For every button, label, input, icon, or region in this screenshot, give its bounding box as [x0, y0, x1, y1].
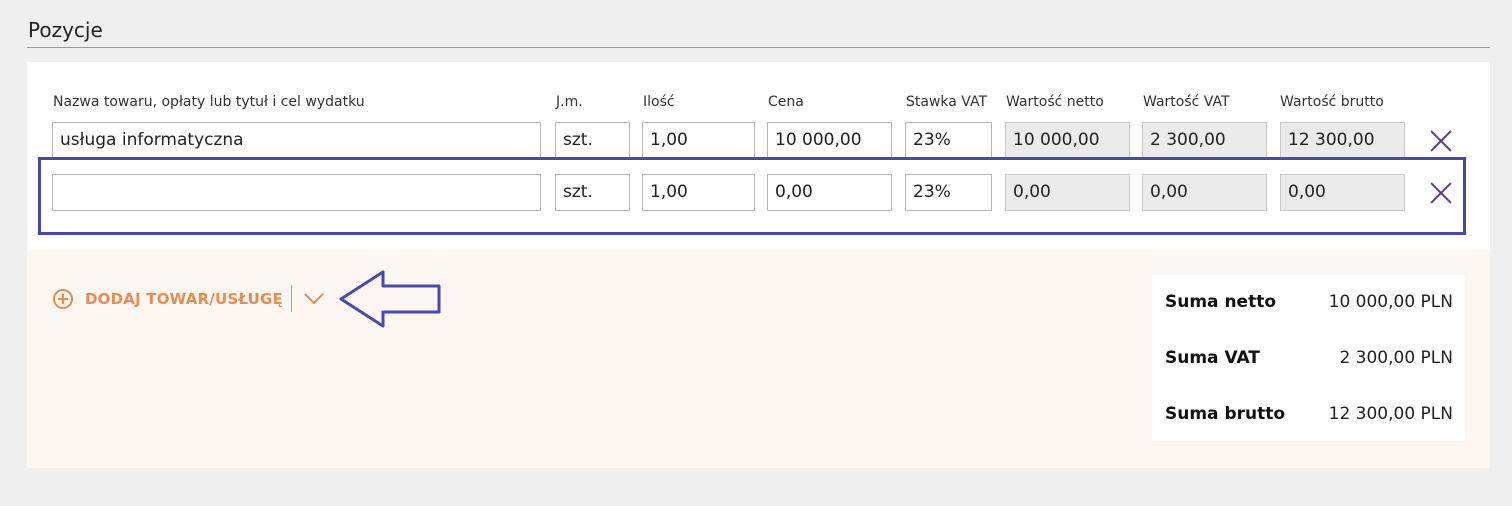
item-price-input[interactable]: 10 000,00 [767, 122, 892, 158]
summary-net-row: Suma netto 10 000,00 PLN [1165, 292, 1453, 314]
section-divider [27, 47, 1490, 48]
summary-gross-label: Suma brutto [1165, 404, 1286, 424]
summary-gross-row: Suma brutto 12 300,00 PLN [1165, 404, 1453, 426]
summary-net-value: 10 000,00 PLN [1328, 292, 1453, 312]
item-unit-input[interactable]: szt. [555, 122, 630, 158]
col-header-qty: Ilość [643, 94, 675, 110]
add-item-button[interactable]: DODAJ TOWAR/USŁUGĘ [53, 286, 283, 312]
summary-gross-value: 12 300,00 PLN [1328, 404, 1453, 424]
col-header-vat: Wartość VAT [1143, 94, 1230, 110]
summary-vat-row: Suma VAT 2 300,00 PLN [1165, 348, 1453, 370]
add-button-divider [291, 285, 292, 312]
summary-vat-label: Suma VAT [1165, 348, 1260, 368]
col-header-gross: Wartość brutto [1280, 94, 1384, 110]
close-icon[interactable] [1429, 129, 1453, 153]
item-qty-input[interactable]: 1,00 [642, 122, 755, 158]
col-header-net: Wartość netto [1006, 94, 1104, 110]
col-header-name: Nazwa towaru, opłaty lub tytuł i cel wyd… [53, 94, 365, 110]
summary-vat-value: 2 300,00 PLN [1339, 348, 1453, 368]
col-header-vat-rate: Stawka VAT [906, 94, 988, 110]
item-gross-value: 12 300,00 [1280, 122, 1405, 158]
item-net-value: 10 000,00 [1005, 122, 1130, 158]
item-vat-value: 2 300,00 [1142, 122, 1267, 158]
chevron-down-icon[interactable] [303, 290, 325, 306]
plus-circle-icon [53, 289, 73, 309]
col-header-price: Cena [768, 94, 804, 110]
item-vat-rate-select[interactable]: 23% [905, 122, 992, 158]
add-item-label: DODAJ TOWAR/USŁUGĘ [85, 290, 283, 308]
col-header-unit: J.m. [556, 94, 583, 110]
item-name-input[interactable]: usługa informatyczna [52, 122, 541, 158]
summary-net-label: Suma netto [1165, 292, 1277, 312]
arrow-left-icon [339, 270, 441, 328]
section-title: Pozycje [28, 18, 103, 42]
highlight-annotation [38, 157, 1466, 235]
